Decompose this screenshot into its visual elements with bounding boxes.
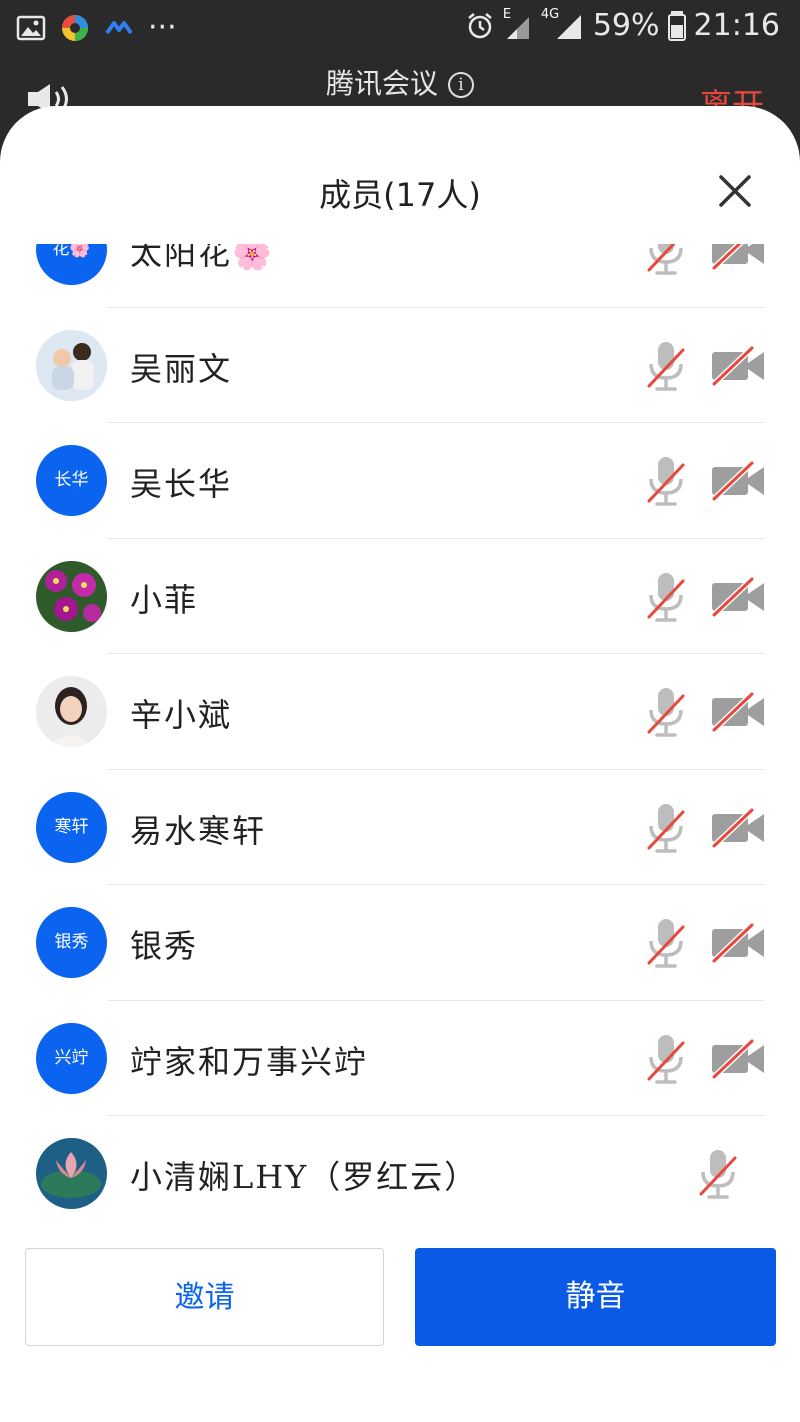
signal-4g-indicator: 4G [541,7,585,41]
microphone-muted-icon[interactable] [646,686,686,738]
status-bar-notifications: ··· [16,10,177,45]
avatar: 银秀 [36,907,107,978]
member-row[interactable]: 兴竚 竚家和万事兴竚 [0,1001,800,1116]
avatar [36,329,107,401]
meeting-title[interactable]: 腾讯会议 i [0,62,800,102]
members-list[interactable]: 花🌸 太阳花🌸 吴丽文 长华 吴长华 小菲 辛小斌 寒轩 易水寒轩 银秀 银秀 … [0,244,800,1216]
avatar-photo-image [36,676,107,747]
member-row[interactable]: 花🌸 太阳花🌸 [0,244,800,308]
members-list-content: 花🌸 太阳花🌸 吴丽文 长华 吴长华 小菲 辛小斌 寒轩 易水寒轩 银秀 银秀 … [0,244,800,1216]
browser-icon [62,14,88,41]
meeting-title-text: 腾讯会议 [325,67,438,100]
microphone-muted-icon[interactable] [646,340,686,392]
invite-button[interactable]: 邀请 [25,1248,384,1346]
camera-off-icon[interactable] [710,345,766,386]
avatar [36,676,107,747]
gallery-icon [16,15,46,40]
tencent-meeting-icon [105,20,133,34]
avatar: 长华 [36,445,107,516]
microphone-muted-icon[interactable] [646,1033,686,1085]
member-row[interactable]: 小清娴LHY（罗红云） [0,1116,800,1216]
member-name: 太阳花🌸 [130,244,274,272]
camera-off-icon[interactable] [710,1038,766,1079]
status-bar-system: E 4G 59% 21:16 [465,7,780,43]
member-name: 吴长华 [130,465,233,503]
microphone-muted-icon[interactable] [646,571,686,623]
info-icon[interactable]: i [448,72,474,98]
member-row[interactable]: 长华 吴长华 [0,423,800,539]
member-name: 辛小斌 [130,696,233,734]
camera-off-icon[interactable] [710,244,766,270]
avatar-photo-image [36,329,107,401]
avatar [36,1138,107,1209]
microphone-muted-icon[interactable] [646,455,686,507]
member-name: 易水寒轩 [130,811,267,850]
member-name: 吴丽文 [130,349,233,388]
battery-percent: 59% [592,8,660,43]
more-notifications-icon: ··· [148,10,177,45]
member-name: 竚家和万事兴竚 [130,1042,369,1081]
member-name: 小菲 [130,580,199,619]
microphone-muted-icon[interactable] [698,1148,738,1200]
members-panel-header: 成员(17人) [0,106,800,236]
avatar: 寒轩 [36,791,107,863]
member-row[interactable]: 辛小斌 [0,654,800,770]
member-name: 小清娴LHY（罗红云） [130,1158,479,1196]
clock: 21:16 [693,8,780,43]
camera-off-icon[interactable] [710,461,766,501]
mute-all-button[interactable]: 静音 [415,1248,776,1346]
camera-off-icon[interactable] [710,807,766,848]
battery-icon [667,10,686,41]
member-row[interactable]: 寒轩 易水寒轩 [0,770,800,885]
avatar-photo-image [36,1138,107,1209]
microphone-muted-icon[interactable] [646,244,686,276]
alarm-icon [468,12,492,38]
camera-off-icon[interactable] [710,692,766,732]
avatar [36,560,107,632]
members-panel: 成员(17人) 花🌸 太阳花🌸 吴丽文 长华 吴长华 小菲 辛小斌 寒轩 易水寒… [0,106,800,1422]
camera-off-icon[interactable] [710,923,766,963]
signal-e-indicator: E [503,7,533,41]
avatar-photo-image [36,560,107,632]
close-icon[interactable] [718,174,752,208]
microphone-muted-icon[interactable] [646,917,686,969]
members-panel-title: 成员(17人) [319,176,481,214]
avatar: 花🌸 [36,244,107,285]
avatar: 兴竚 [36,1022,107,1094]
microphone-muted-icon[interactable] [646,802,686,854]
camera-off-icon[interactable] [710,576,766,617]
member-row[interactable]: 小菲 [0,539,800,654]
member-row[interactable]: 银秀 银秀 [0,885,800,1001]
member-row[interactable]: 吴丽文 [0,308,800,423]
status-bar: ··· E 4G 59% 21:16 [0,0,800,56]
member-name: 银秀 [130,927,199,965]
